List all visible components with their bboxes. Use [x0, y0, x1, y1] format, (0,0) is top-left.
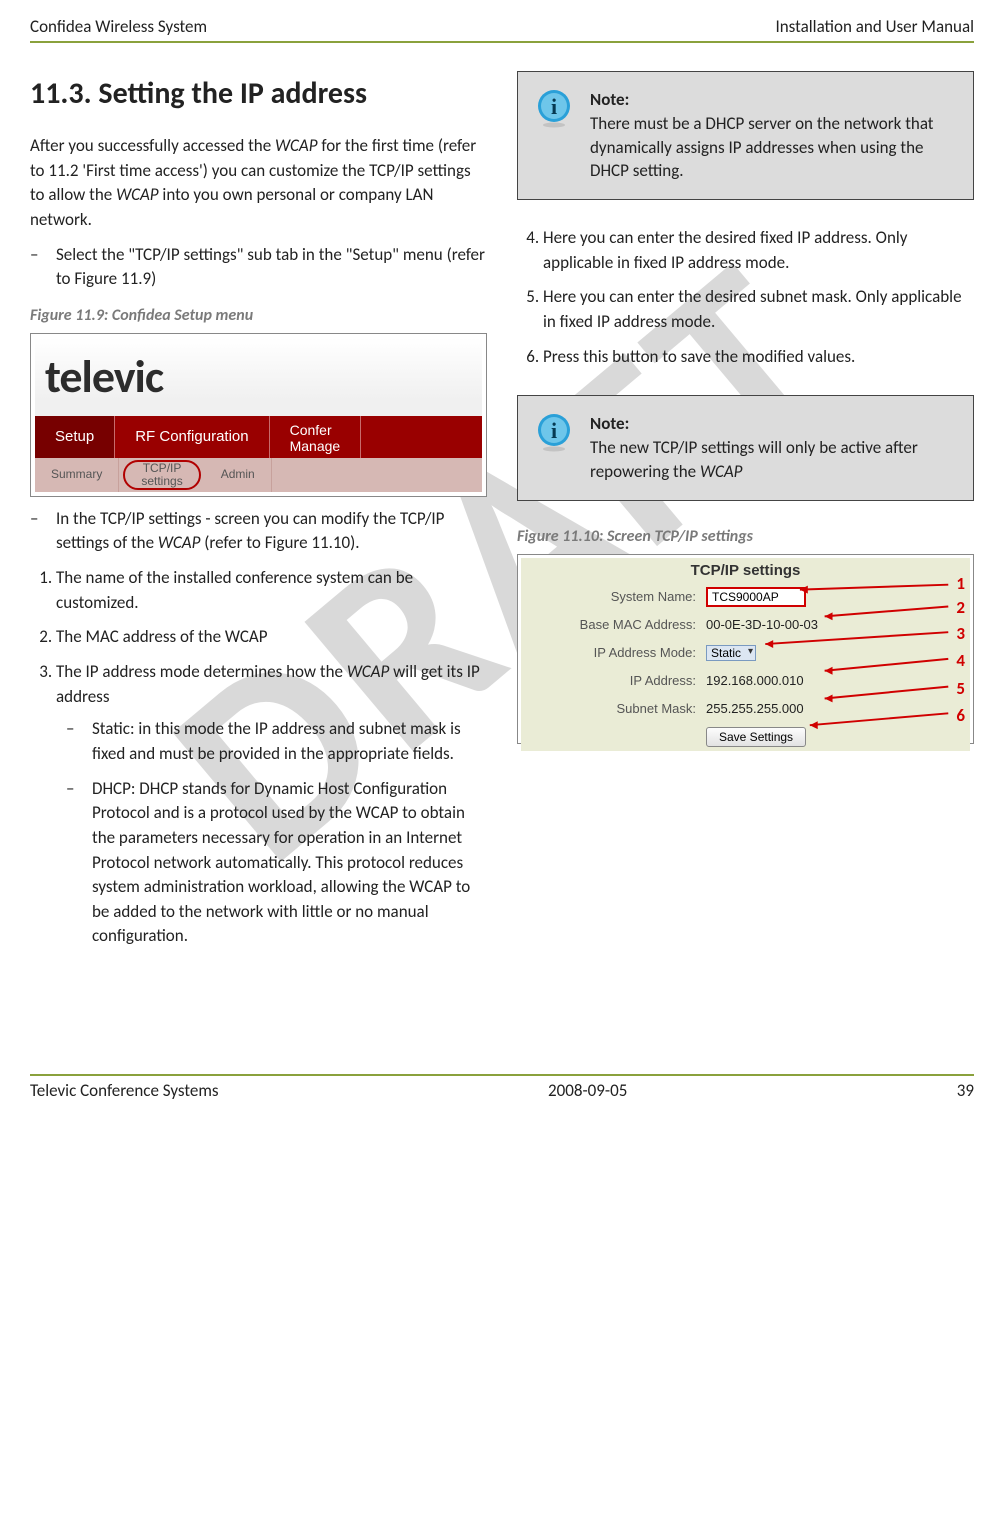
callout-4: 4 — [956, 650, 965, 671]
note1-text: There must be a DHCP server on the netwo… — [590, 113, 934, 182]
info-icon: i — [534, 412, 574, 452]
value-ip: 192.168.000.010 — [706, 673, 804, 688]
callout-1: 1 — [956, 573, 965, 594]
input-system-name[interactable]: TCS9000AP — [706, 587, 806, 607]
footer-date: 2008-09-05 — [548, 1080, 627, 1101]
note2-text: The new TCP/IP settings will only be act… — [590, 437, 918, 482]
page-header: Confidea Wireless System Installation an… — [30, 16, 974, 43]
select-ip-mode[interactable]: Static — [706, 645, 756, 661]
note-dhcp: i Note: There must be a DHCP server on t… — [517, 71, 974, 200]
label-ip-mode: IP Address Mode: — [521, 645, 698, 660]
note-repower: i Note: The new TCP/IP settings will onl… — [517, 395, 974, 500]
label-ip: IP Address: — [521, 673, 698, 688]
list-item-5: Here you can enter the desired subnet ma… — [543, 285, 974, 334]
tcp-panel-title: TCP/IP settings — [521, 558, 970, 583]
subtab-admin[interactable]: Admin — [205, 458, 272, 492]
list-item-4: Here you can enter the desired fixed IP … — [543, 226, 974, 275]
svg-text:i: i — [551, 94, 557, 119]
sub-tabs: Summary TCP/IP settings Admin — [35, 458, 482, 492]
bullet-modify: In the TCP/IP settings - screen you can … — [56, 507, 487, 556]
list-item-1: The name of the installed conference sys… — [56, 566, 487, 615]
callout-5: 5 — [956, 678, 965, 699]
bullet-select-tcp: Select the "TCP/IP settings" sub tab in … — [56, 243, 487, 292]
list-item-3a-static: Static: in this mode the IP address and … — [92, 717, 487, 766]
callout-6: 6 — [956, 705, 965, 726]
section-heading: 11.3. Setting the IP address — [30, 75, 487, 112]
page-footer: Televic Conference Systems 2008-09-05 39 — [30, 1074, 974, 1101]
figure-10-tcpip: TCP/IP settings System Name: TCS9000AP B… — [517, 554, 974, 744]
footer-page-number: 39 — [957, 1080, 974, 1101]
list-item-3b-dhcp: DHCP: DHCP stands for Dynamic Host Confi… — [92, 777, 487, 949]
callout-3: 3 — [956, 623, 965, 644]
footer-left: Televic Conference Systems — [30, 1080, 219, 1101]
label-system-name: System Name: — [521, 589, 698, 604]
figure-9-caption: Figure 11.9: Confidea Setup menu — [30, 306, 487, 325]
tab-conference-management[interactable]: Confer Manage — [270, 416, 362, 458]
value-mask: 255.255.255.000 — [706, 701, 804, 716]
figure-10-caption: Figure 11.10: Screen TCP/IP settings — [517, 527, 974, 546]
list-item-2: The MAC address of the WCAP — [56, 625, 487, 650]
header-right: Installation and User Manual — [775, 16, 974, 37]
header-left: Confidea Wireless System — [30, 16, 207, 37]
list-item-6: Press this button to save the modified v… — [543, 345, 974, 370]
subtab-tcpip-settings[interactable]: TCP/IP settings — [123, 460, 200, 490]
main-tabs: Setup RF Configuration Confer Manage — [35, 416, 482, 458]
callout-2: 2 — [956, 597, 965, 618]
info-icon: i — [534, 88, 574, 128]
intro-paragraph: After you successfully accessed the WCAP… — [30, 134, 487, 233]
label-mac: Base MAC Address: — [521, 617, 698, 632]
tab-rf-configuration[interactable]: RF Configuration — [115, 416, 269, 458]
figure-9-setup-menu: televic Setup RF Configuration Confer Ma… — [30, 333, 487, 497]
tab-setup[interactable]: Setup — [35, 416, 115, 458]
label-mask: Subnet Mask: — [521, 701, 698, 716]
save-settings-button[interactable]: Save Settings — [706, 727, 806, 747]
list-item-3: The IP address mode determines how the W… — [56, 660, 487, 949]
televic-logo: televic — [45, 349, 163, 405]
value-mac: 00-0E-3D-10-00-03 — [706, 617, 818, 632]
subtab-summary[interactable]: Summary — [35, 458, 119, 492]
svg-text:i: i — [551, 418, 557, 443]
note2-label: Note: — [590, 413, 629, 434]
note1-label: Note: — [590, 89, 629, 110]
